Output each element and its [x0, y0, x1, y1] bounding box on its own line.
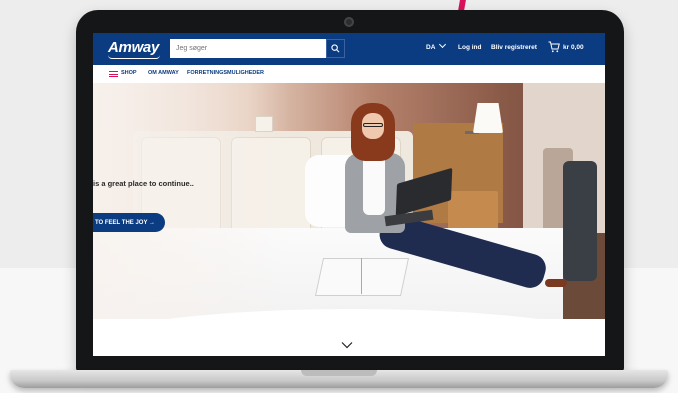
hero-banner: is a great place to continue.. TO FEEL T…: [93, 83, 605, 319]
cart-total[interactable]: kr 0,00: [563, 44, 584, 51]
laptop-frame: Amway DA Log ind Bliv registreret kr 0,0…: [76, 10, 624, 372]
cart-icon[interactable]: [548, 41, 560, 53]
menu-icon[interactable]: [109, 71, 118, 77]
webcam-icon: [344, 17, 354, 27]
search-input[interactable]: [170, 39, 326, 58]
register-link[interactable]: Bliv registreret: [491, 44, 537, 51]
nav-item-shop[interactable]: SHOP: [121, 70, 137, 76]
scroll-down-icon[interactable]: [341, 341, 353, 349]
amway-logo[interactable]: Amway: [108, 39, 159, 56]
chevron-down-icon: [439, 40, 447, 49]
search-button[interactable]: [326, 39, 345, 58]
login-link[interactable]: Log ind: [458, 44, 481, 51]
hero-headline: is a great place to continue..: [93, 179, 194, 188]
search-icon: [331, 44, 340, 53]
logo-swoosh: [108, 55, 160, 59]
nav-item-forretningsmuligheder[interactable]: FORRETNINGSMULIGHEDER: [187, 70, 264, 76]
language-selector[interactable]: DA: [426, 40, 447, 51]
laptop-notch: [301, 370, 377, 376]
website-screen: Amway DA Log ind Bliv registreret kr 0,0…: [93, 33, 605, 356]
main-nav: SHOP OM AMWAY FORRETNINGSMULIGHEDER: [93, 65, 605, 84]
nav-item-om-amway[interactable]: OM AMWAY: [148, 70, 179, 76]
site-header: Amway DA Log ind Bliv registreret kr 0,0…: [93, 33, 605, 65]
hero-cta-button[interactable]: TO FEEL THE JOY →: [93, 213, 166, 232]
language-label: DA: [426, 44, 436, 51]
